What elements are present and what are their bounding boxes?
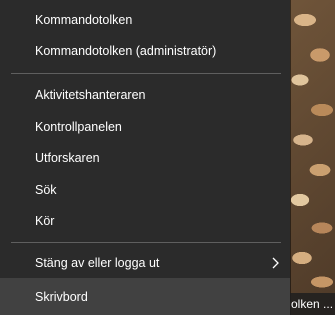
menu-item-kontrollpanelen[interactable]: Kontrollpanelen [0,110,290,144]
menu-item-label: Utforskaren [35,151,100,165]
winx-context-menu: Kommandotolken Kommandotolken (administr… [0,0,290,315]
menu-item-kommandotolken[interactable]: Kommandotolken [0,3,290,37]
menu-item-label: Kontrollpanelen [35,120,122,134]
menu-item-label: Kör [35,214,55,228]
menu-item-label: Kommandotolken (administratör) [35,44,217,58]
menu-item-label: Stäng av eller logga ut [35,256,160,270]
menu-item-stang-av-eller-logga-ut[interactable]: Stäng av eller logga ut [0,246,290,280]
taskbar-button-label: olken ... [291,297,334,311]
menu-separator [11,73,281,74]
menu-separator [11,242,281,243]
chevron-right-icon [272,257,279,269]
menu-item-label: Skrivbord [35,289,88,304]
menu-item-aktivitetshanteraren[interactable]: Aktivitetshanteraren [0,78,290,112]
menu-item-label: Sök [35,183,57,197]
menu-item-sok[interactable]: Sök [0,173,290,207]
menu-item-skrivbord[interactable]: Skrivbord [0,278,290,315]
menu-item-label: Kommandotolken [35,13,133,27]
menu-item-label: Aktivitetshanteraren [35,88,146,102]
taskbar-button[interactable]: olken ... [290,293,335,315]
menu-item-kor[interactable]: Kör [0,204,290,238]
menu-item-utforskaren[interactable]: Utforskaren [0,141,290,175]
menu-item-kommandotolken-admin[interactable]: Kommandotolken (administratör) [0,34,290,68]
